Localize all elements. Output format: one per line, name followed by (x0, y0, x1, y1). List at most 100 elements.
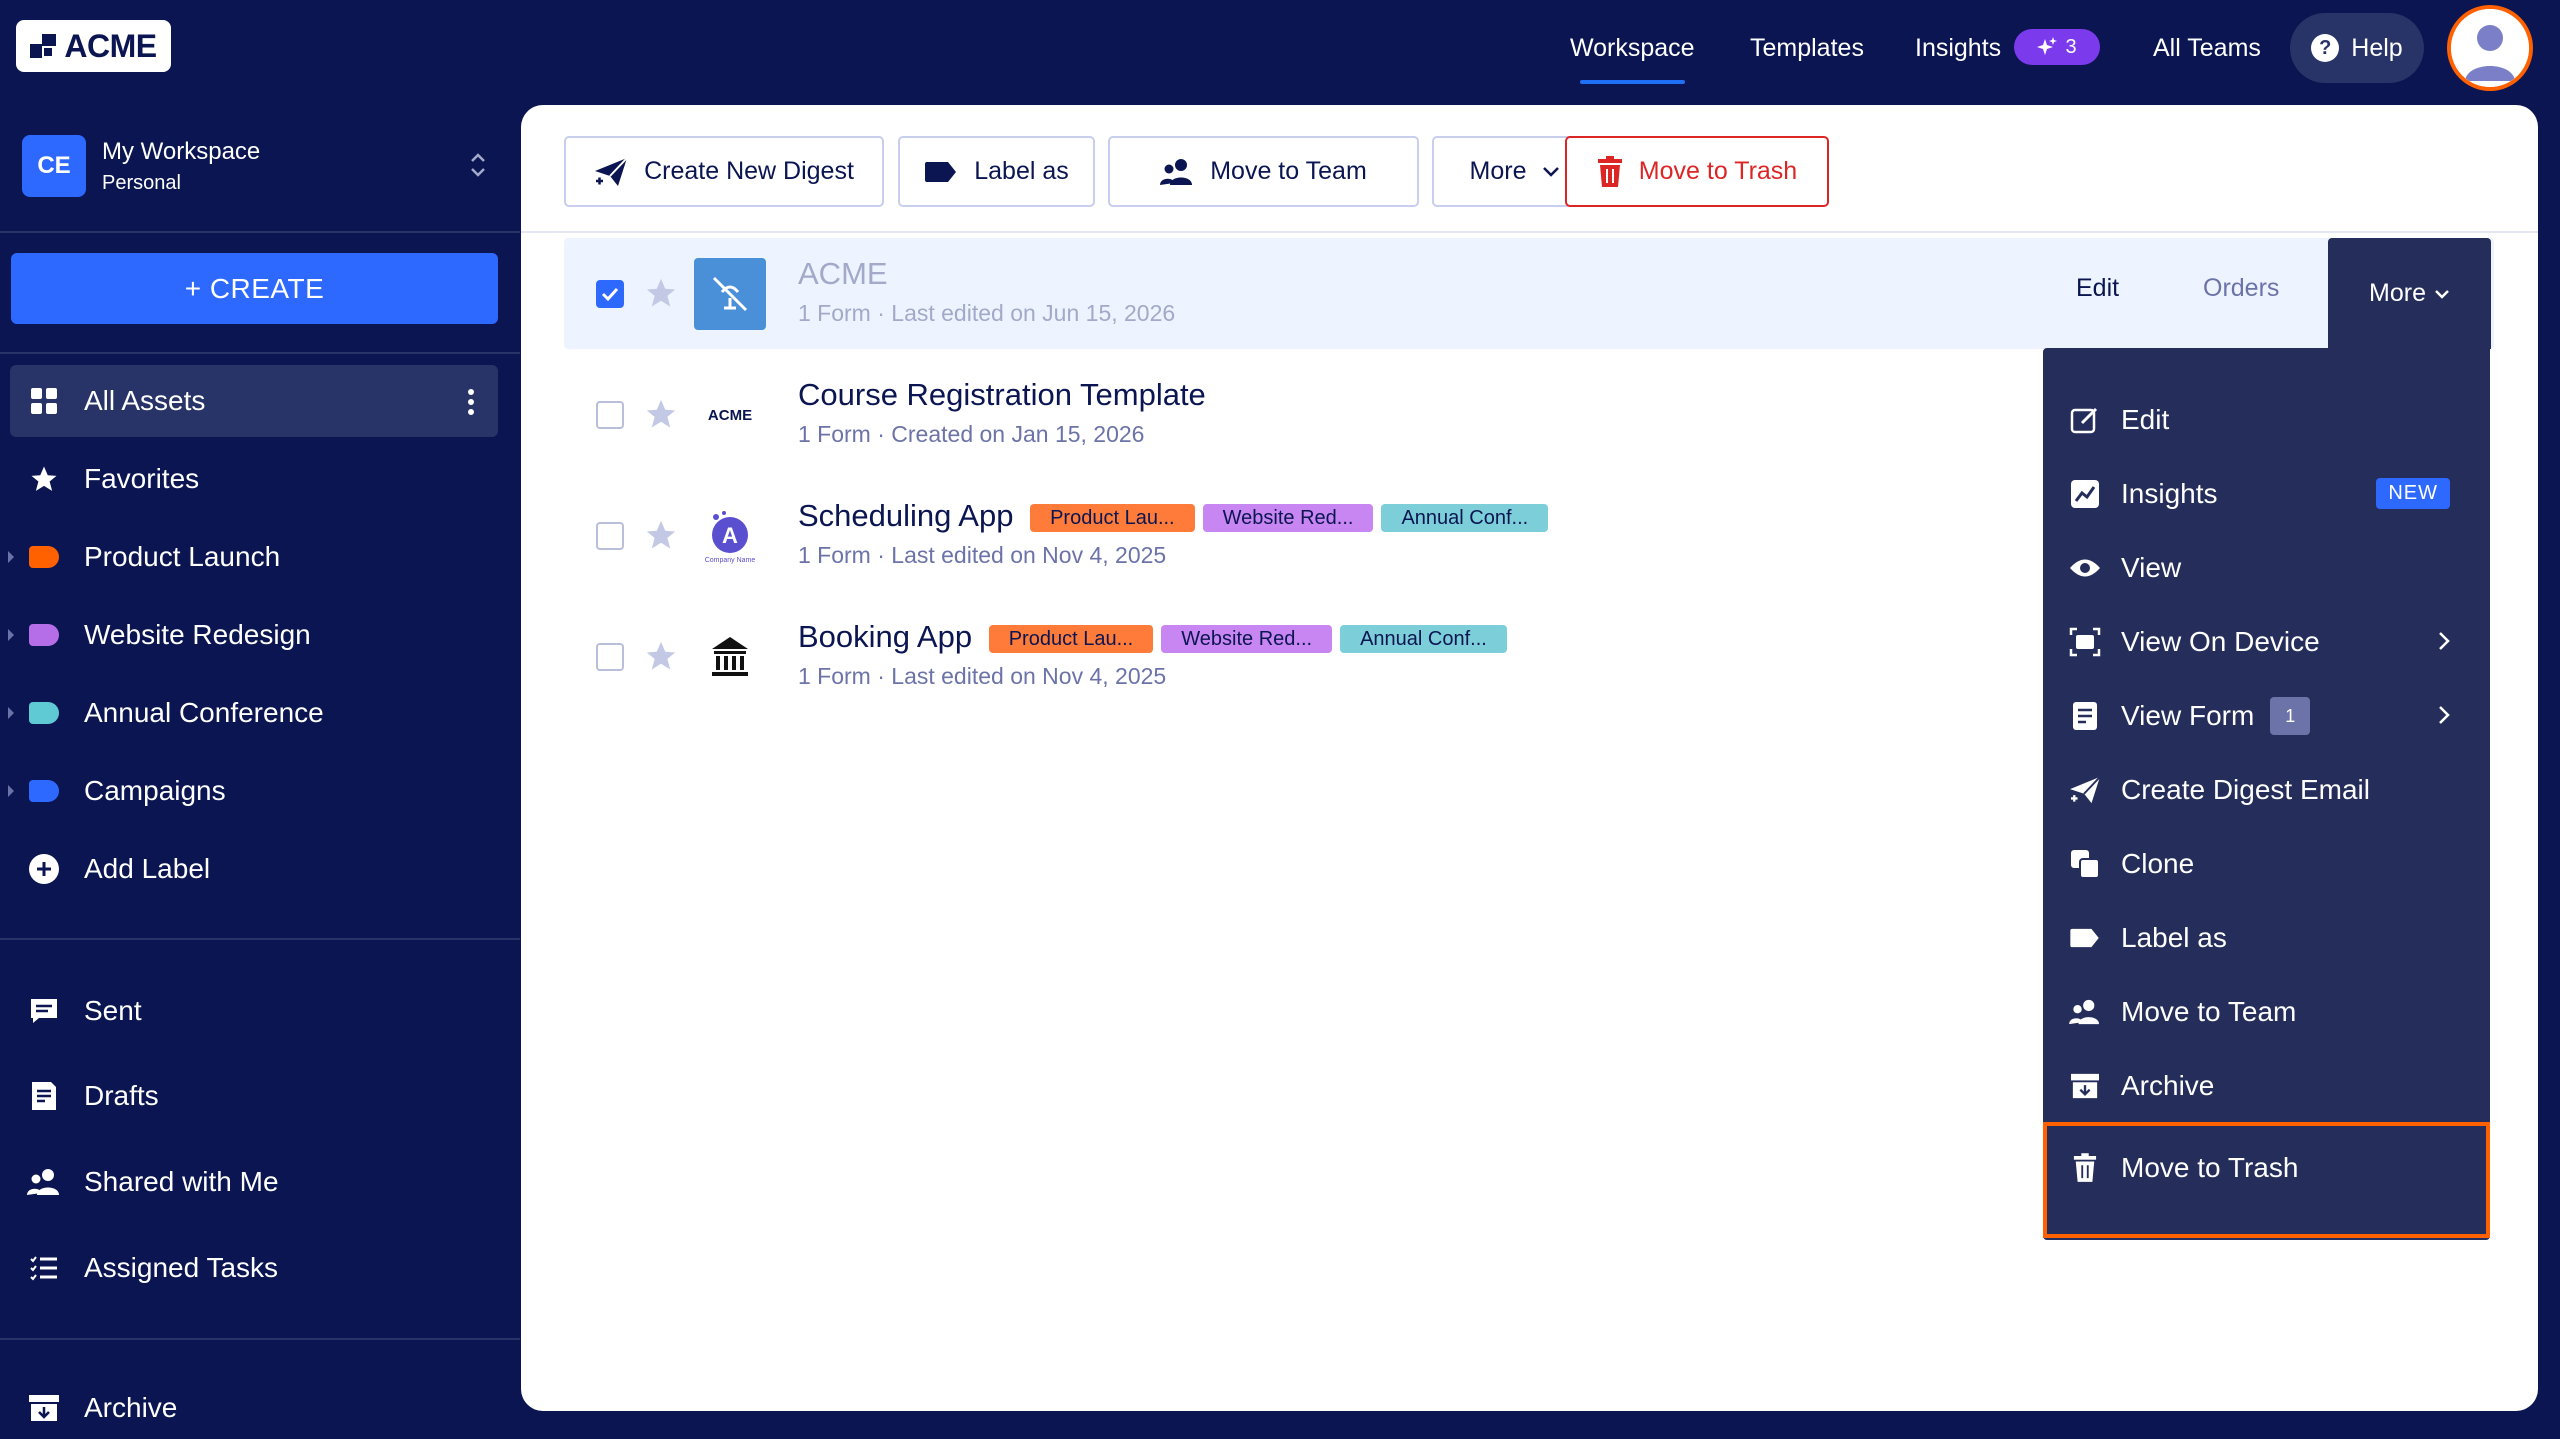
sidebar-item-sent[interactable]: Sent (10, 975, 498, 1047)
svg-text:A: A (722, 523, 738, 548)
tag-product-launch[interactable]: Product Lau... (1030, 503, 1195, 532)
sidebar-divider (0, 231, 520, 233)
asset-title: Booking App Product Lau... Website Red...… (798, 619, 1507, 655)
sidebar-item-drafts[interactable]: Drafts (10, 1060, 498, 1132)
form-icon (2069, 700, 2101, 732)
nav-insights[interactable]: Insights (1915, 30, 2001, 70)
asset-title: Scheduling App Product Lau... Website Red… (798, 498, 1549, 534)
menu-item-edit[interactable]: Edit (2043, 383, 2490, 457)
help-button[interactable]: ? Help (2290, 13, 2424, 83)
send-icon (595, 156, 628, 186)
sidebar-item-shared-with-me[interactable]: Shared with Me (10, 1146, 498, 1218)
sidebar-item-label: Shared with Me (84, 1166, 279, 1197)
checkmark-icon (601, 287, 619, 302)
row-checkbox[interactable] (596, 401, 624, 429)
menu-item-label-as[interactable]: Label as (2043, 901, 2490, 975)
favorite-star-icon[interactable] (644, 276, 678, 310)
menu-item-view-on-device[interactable]: View On Device (2043, 605, 2490, 679)
draft-icon (26, 1078, 62, 1114)
move-to-trash-button[interactable]: Move to Trash (1565, 136, 1829, 207)
users-icon (1160, 158, 1193, 185)
sidebar-item-favorites[interactable]: Favorites (10, 443, 498, 515)
asset-row-acme[interactable]: ACME 1 Form · Last edited on Jun 15, 202… (564, 238, 2494, 349)
asset-title-text[interactable]: Booking App (798, 619, 972, 654)
thumbnail-caption: Company Name (704, 556, 756, 564)
menu-item-move-to-team[interactable]: Move to Team (2043, 975, 2490, 1049)
menu-item-label: Insights (2121, 478, 2218, 509)
archive-icon (26, 1390, 62, 1426)
sidebar-item-annual-conference[interactable]: Annual Conference (8, 677, 498, 749)
plus-circle-icon (26, 851, 62, 887)
sidebar-item-assigned-tasks[interactable]: Assigned Tasks (10, 1232, 498, 1304)
tag-website-redesign[interactable]: Website Red... (1161, 624, 1333, 653)
clone-icon (2069, 848, 2101, 880)
row-checkbox[interactable] (596, 643, 624, 671)
create-new-digest-label: Create New Digest (644, 157, 854, 185)
create-new-digest-button[interactable]: Create New Digest (564, 136, 884, 207)
expand-caret-icon[interactable] (8, 785, 14, 797)
tag-annual-conference[interactable]: Annual Conf... (1381, 503, 1549, 532)
row-more-button[interactable]: More (2328, 238, 2491, 349)
menu-item-label: Label as (2121, 922, 2227, 953)
asset-thumbnail (694, 621, 766, 693)
app-no-image-icon (712, 276, 748, 312)
sidebar-item-product-launch[interactable]: Product Launch (8, 521, 498, 593)
menu-item-insights[interactable]: Insights NEW (2043, 457, 2490, 531)
row-checkbox[interactable] (596, 522, 624, 550)
asset-title-text[interactable]: Scheduling App (798, 498, 1013, 533)
asset-title[interactable]: Course Registration Template (798, 377, 1206, 413)
menu-item-view[interactable]: View (2043, 531, 2490, 605)
expand-caret-icon[interactable] (8, 551, 14, 563)
menu-item-create-digest-email[interactable]: Create Digest Email (2043, 753, 2490, 827)
help-icon: ? (2311, 34, 2340, 62)
sparkle-icon (2037, 37, 2058, 55)
menu-item-archive[interactable]: Archive (2043, 1049, 2490, 1123)
asset-title[interactable]: ACME (798, 256, 888, 292)
row-edit-button[interactable]: Edit (2076, 274, 2119, 303)
asset-subtitle: 1 Form · Last edited on Nov 4, 2025 (798, 542, 1167, 568)
sidebar-item-add-label[interactable]: Add Label (10, 833, 498, 905)
bulk-action-toolbar: Create New Digest Label as Move to Team … (521, 105, 2538, 233)
menu-item-label: Move to Trash (2121, 1152, 2299, 1183)
tag-product-launch[interactable]: Product Lau... (988, 624, 1154, 653)
menu-item-clone[interactable]: Clone (2043, 827, 2490, 901)
insights-badge[interactable]: 3 (2014, 29, 2100, 65)
workspace-switcher[interactable]: CE My Workspace Personal (22, 134, 502, 198)
expand-caret-icon[interactable] (8, 629, 14, 641)
menu-item-label: Create Digest Email (2121, 774, 2370, 805)
insights-icon (2069, 478, 2101, 510)
favorite-star-icon[interactable] (644, 518, 678, 552)
menu-item-view-form[interactable]: View Form 1 (2043, 679, 2490, 753)
menu-item-move-to-trash[interactable]: Move to Trash (2043, 1122, 2490, 1238)
row-orders-button[interactable]: Orders (2203, 274, 2279, 303)
sidebar-item-all-assets[interactable]: All Assets (10, 365, 498, 437)
users-icon (26, 1164, 62, 1200)
nav-all-teams[interactable]: All Teams (2153, 30, 2261, 70)
sidebar-item-campaigns[interactable]: Campaigns (8, 755, 498, 827)
sidebar-item-website-redesign[interactable]: Website Redesign (8, 599, 498, 671)
acme-logo[interactable]: ACME (16, 20, 171, 72)
nav-workspace[interactable]: Workspace (1570, 30, 1695, 84)
label-as-button[interactable]: Label as (898, 136, 1095, 207)
label-icon (26, 773, 62, 809)
label-icon (26, 539, 62, 575)
workspace-type: Personal (102, 171, 181, 194)
sidebar-item-label: Campaigns (84, 775, 226, 806)
nav-templates[interactable]: Templates (1750, 30, 1864, 70)
kebab-menu-icon[interactable] (468, 389, 474, 419)
sidebar-item-label: Product Launch (84, 541, 281, 572)
menu-item-label: View On Device (2121, 626, 2320, 657)
menu-item-label: View Form (2121, 700, 2255, 731)
sidebar-item-archive[interactable]: Archive (10, 1372, 498, 1439)
favorite-star-icon[interactable] (644, 397, 678, 431)
user-avatar[interactable] (2447, 5, 2533, 91)
expand-caret-icon[interactable] (8, 707, 14, 719)
send-icon (2069, 774, 2101, 806)
chevron-down-icon (2435, 289, 2449, 299)
move-to-team-button[interactable]: Move to Team (1108, 136, 1419, 207)
tag-website-redesign[interactable]: Website Red... (1202, 503, 1374, 532)
row-checkbox[interactable] (596, 280, 624, 308)
favorite-star-icon[interactable] (644, 639, 678, 673)
tag-annual-conference[interactable]: Annual Conf... (1340, 624, 1507, 653)
create-button[interactable]: + CREATE (11, 253, 498, 324)
